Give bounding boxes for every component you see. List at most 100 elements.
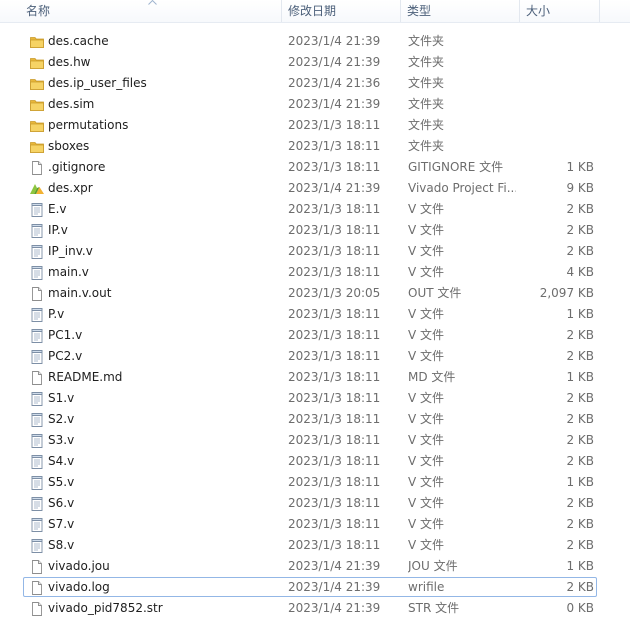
file-type: MD 文件 — [408, 370, 456, 384]
file-name: des.ip_user_files — [48, 76, 147, 90]
file-list: des.cache 2023/1/4 21:39 文件夹 des.hw 2023/1/4… — [0, 31, 630, 619]
file-row[interactable]: S5.v 2023/1/3 18:11 V 文件 1 KB — [0, 472, 630, 493]
file-row[interactable]: E.v 2023/1/3 18:11 V 文件 2 KB — [0, 199, 630, 220]
file-row[interactable]: S7.v 2023/1/3 18:11 V 文件 2 KB — [0, 514, 630, 535]
text-file-icon — [29, 391, 45, 407]
blank-file-icon — [29, 559, 45, 575]
folder-icon — [29, 118, 45, 134]
file-name: S2.v — [48, 412, 75, 426]
file-type: V 文件 — [408, 391, 445, 405]
sort-up-icon — [148, 0, 157, 5]
file-row[interactable]: des.sim 2023/1/4 21:39 文件夹 — [0, 94, 630, 115]
folder-icon — [29, 34, 45, 50]
file-name: des.hw — [48, 55, 91, 69]
blank-file-icon — [29, 580, 45, 596]
text-file-icon — [29, 496, 45, 512]
file-row[interactable]: vivado.jou 2023/1/4 21:39 JOU 文件 1 KB — [0, 556, 630, 577]
file-row[interactable]: permutations 2023/1/3 18:11 文件夹 — [0, 115, 630, 136]
file-type: GITIGNORE 文件 — [408, 160, 504, 174]
file-row[interactable]: S2.v 2023/1/3 18:11 V 文件 2 KB — [0, 409, 630, 430]
file-name: E.v — [48, 202, 67, 216]
file-date: 2023/1/3 18:11 — [288, 454, 381, 468]
file-row[interactable]: PC1.v 2023/1/3 18:11 V 文件 2 KB — [0, 325, 630, 346]
file-type: 文件夹 — [408, 76, 445, 90]
text-file-icon — [29, 349, 45, 365]
file-size: 1 KB — [566, 370, 594, 384]
file-name: S5.v — [48, 475, 75, 489]
folder-icon — [29, 97, 45, 113]
file-name: IP.v — [48, 223, 68, 237]
file-date: 2023/1/3 18:11 — [288, 391, 381, 405]
file-row[interactable]: S6.v 2023/1/3 18:11 V 文件 2 KB — [0, 493, 630, 514]
file-size: 1 KB — [566, 475, 594, 489]
file-date: 2023/1/3 18:11 — [288, 307, 381, 321]
file-row[interactable]: S1.v 2023/1/3 18:11 V 文件 2 KB — [0, 388, 630, 409]
file-date: 2023/1/3 18:11 — [288, 202, 381, 216]
file-row[interactable]: S3.v 2023/1/3 18:11 V 文件 2 KB — [0, 430, 630, 451]
file-row[interactable]: IP_inv.v 2023/1/3 18:11 V 文件 2 KB — [0, 241, 630, 262]
file-size: 2 KB — [566, 454, 594, 468]
file-name: P.v — [48, 307, 65, 321]
text-file-icon — [29, 307, 45, 323]
text-file-icon — [29, 244, 45, 260]
file-type: Vivado Project Fi... — [408, 181, 516, 195]
blank-file-icon — [29, 370, 45, 386]
file-row[interactable]: des.cache 2023/1/4 21:39 文件夹 — [0, 31, 630, 52]
file-date: 2023/1/4 21:39 — [288, 580, 381, 594]
file-name: S8.v — [48, 538, 75, 552]
file-name: PC1.v — [48, 328, 83, 342]
file-name: IP_inv.v — [48, 244, 93, 258]
file-row[interactable]: IP.v 2023/1/3 18:11 V 文件 2 KB — [0, 220, 630, 241]
column-header-date[interactable]: 修改日期 — [282, 0, 401, 22]
file-name: permutations — [48, 118, 129, 132]
blank-file-icon — [29, 160, 45, 176]
file-size: 1 KB — [566, 307, 594, 321]
text-file-icon — [29, 202, 45, 218]
file-size: 2 KB — [566, 412, 594, 426]
file-name: main.v.out — [48, 286, 112, 300]
column-header-type[interactable]: 类型 — [401, 0, 520, 22]
file-date: 2023/1/3 18:11 — [288, 412, 381, 426]
file-name: S3.v — [48, 433, 75, 447]
file-row[interactable]: S8.v 2023/1/3 18:11 V 文件 2 KB — [0, 535, 630, 556]
file-row[interactable]: sboxes 2023/1/3 18:11 文件夹 — [0, 136, 630, 157]
column-header-size[interactable]: 大小 — [520, 0, 600, 22]
file-type: V 文件 — [408, 244, 445, 258]
file-row[interactable]: des.xpr 2023/1/4 21:39 Vivado Project Fi..… — [0, 178, 630, 199]
file-size — [520, 52, 594, 73]
file-size: 2 KB — [566, 202, 594, 216]
file-row[interactable]: README.md 2023/1/3 18:11 MD 文件 1 KB — [0, 367, 630, 388]
file-row[interactable]: main.v 2023/1/3 18:11 V 文件 4 KB — [0, 262, 630, 283]
file-date: 2023/1/3 18:11 — [288, 475, 381, 489]
file-size: 2 KB — [566, 496, 594, 510]
file-size: 2 KB — [566, 328, 594, 342]
column-header-bar: 名称 修改日期 类型 大小 — [0, 0, 630, 23]
file-row[interactable]: des.ip_user_files 2023/1/4 21:36 文件夹 — [0, 73, 630, 94]
file-row[interactable]: .gitignore 2023/1/3 18:11 GITIGNORE 文件 1 KB — [0, 157, 630, 178]
file-row[interactable]: des.hw 2023/1/4 21:39 文件夹 — [0, 52, 630, 73]
file-type: V 文件 — [408, 433, 445, 447]
text-file-icon — [29, 454, 45, 470]
file-date: 2023/1/3 18:11 — [288, 265, 381, 279]
file-size — [520, 94, 594, 115]
file-date: 2023/1/3 18:11 — [288, 370, 381, 384]
folder-icon — [29, 55, 45, 71]
file-date: 2023/1/4 21:39 — [288, 601, 381, 615]
file-date: 2023/1/3 18:11 — [288, 496, 381, 510]
file-type: V 文件 — [408, 454, 445, 468]
file-size — [520, 73, 594, 94]
file-size — [520, 31, 594, 52]
file-date: 2023/1/3 18:11 — [288, 328, 381, 342]
file-row[interactable]: PC2.v 2023/1/3 18:11 V 文件 2 KB — [0, 346, 630, 367]
file-row[interactable]: main.v.out 2023/1/3 20:05 OUT 文件 2,097 KB — [0, 283, 630, 304]
file-type: V 文件 — [408, 202, 445, 216]
file-date: 2023/1/4 21:39 — [288, 55, 381, 69]
file-date: 2023/1/4 21:39 — [288, 97, 381, 111]
file-row[interactable]: vivado.log 2023/1/4 21:39 wrifile 2 KB — [0, 577, 630, 598]
file-row[interactable]: P.v 2023/1/3 18:11 V 文件 1 KB — [0, 304, 630, 325]
file-row[interactable]: S4.v 2023/1/3 18:11 V 文件 2 KB — [0, 451, 630, 472]
file-row[interactable]: vivado_pid7852.str 2023/1/4 21:39 STR 文件 0 … — [0, 598, 630, 619]
file-name: vivado.jou — [48, 559, 110, 573]
file-size — [520, 136, 594, 157]
file-size: 9 KB — [566, 181, 594, 195]
